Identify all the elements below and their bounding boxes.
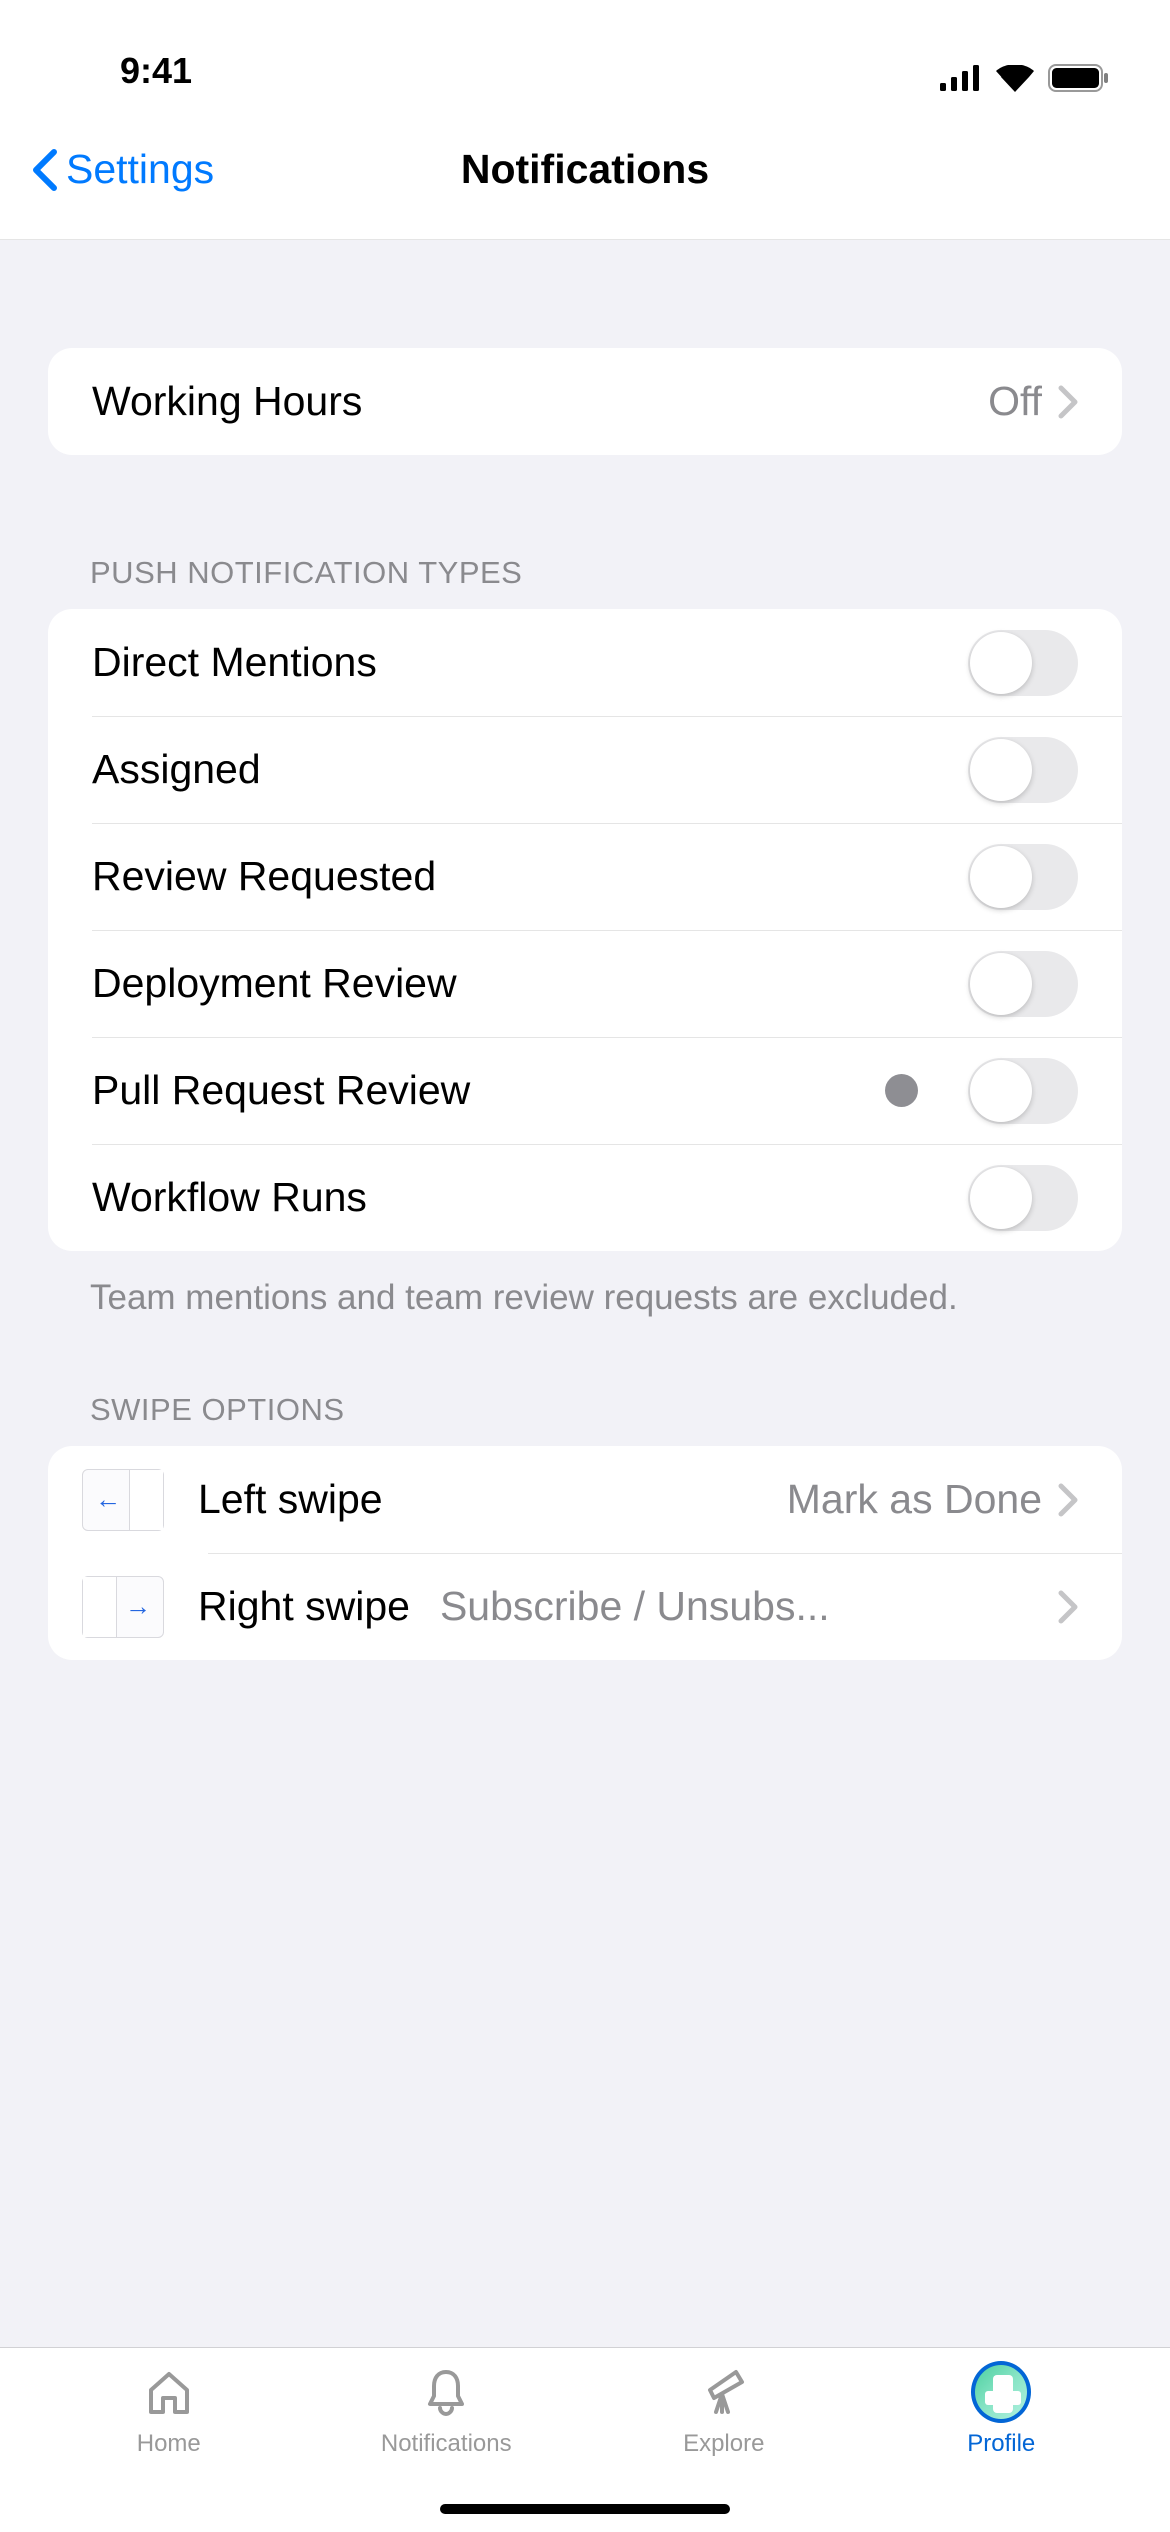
working-hours-row[interactable]: Working Hours Off (48, 348, 1122, 455)
left-swipe-label: Left swipe (198, 1476, 383, 1523)
workflow-runs-row: Workflow Runs (48, 1144, 1122, 1251)
telescope-icon (694, 2362, 754, 2422)
left-swipe-value: Mark as Done (787, 1476, 1042, 1523)
review-requested-toggle[interactable] (968, 844, 1078, 910)
right-swipe-icon: → (82, 1576, 164, 1638)
page-title: Notifications (461, 146, 709, 193)
wifi-icon (996, 65, 1034, 92)
deployment-review-row: Deployment Review (48, 930, 1122, 1037)
arrow-right-icon: → (125, 1591, 151, 1622)
status-time: 9:41 (120, 50, 192, 92)
right-swipe-row[interactable]: → Right swipe Subscribe / Unsubs... (48, 1553, 1122, 1660)
tab-notifications-label: Notifications (381, 2430, 512, 2458)
chevron-left-icon (30, 148, 58, 192)
direct-mentions-row: Direct Mentions (48, 609, 1122, 716)
loading-indicator-icon (885, 1074, 918, 1107)
tab-explore-label: Explore (683, 2430, 764, 2458)
push-section-header: PUSH NOTIFICATION TYPES (0, 555, 1170, 609)
tab-home[interactable]: Home (30, 2362, 308, 2532)
cellular-signal-icon (940, 65, 982, 91)
status-icons (940, 64, 1110, 92)
right-swipe-label: Right swipe (198, 1583, 410, 1630)
swipe-options-list: ← Left swipe Mark as Done → Right swipe … (48, 1446, 1122, 1660)
tab-profile-label: Profile (967, 2430, 1035, 2458)
chevron-right-icon (1058, 1590, 1078, 1624)
avatar-icon (971, 2362, 1031, 2422)
right-swipe-value: Subscribe / Unsubs... (440, 1583, 1042, 1630)
working-hours-list: Working Hours Off (48, 348, 1122, 455)
pull-request-review-toggle[interactable] (968, 1058, 1078, 1124)
deployment-review-toggle[interactable] (968, 951, 1078, 1017)
content-scroll[interactable]: Working Hours Off PUSH NOTIFICATION TYPE… (0, 240, 1170, 1660)
home-icon (139, 2362, 199, 2422)
workflow-runs-toggle[interactable] (968, 1165, 1078, 1231)
direct-mentions-toggle[interactable] (968, 630, 1078, 696)
push-section-footer: Team mentions and team review requests a… (0, 1251, 1170, 1322)
working-hours-value: Off (988, 378, 1042, 425)
navigation-bar: Settings Notifications (0, 100, 1170, 240)
working-hours-label: Working Hours (92, 378, 988, 425)
chevron-right-icon (1058, 385, 1078, 419)
review-requested-row: Review Requested (48, 823, 1122, 930)
tab-profile[interactable]: Profile (863, 2362, 1141, 2532)
pull-request-review-row: Pull Request Review (48, 1037, 1122, 1144)
push-types-list: Direct Mentions Assigned Review Requeste… (48, 609, 1122, 1251)
pull-request-review-label: Pull Request Review (92, 1067, 885, 1114)
back-label: Settings (66, 146, 214, 193)
assigned-row: Assigned (48, 716, 1122, 823)
left-swipe-icon: ← (82, 1469, 164, 1531)
back-button[interactable]: Settings (30, 146, 214, 193)
battery-icon (1048, 64, 1110, 92)
status-bar: 9:41 (0, 0, 1170, 100)
assigned-toggle[interactable] (968, 737, 1078, 803)
tab-home-label: Home (137, 2430, 201, 2458)
workflow-runs-label: Workflow Runs (92, 1174, 968, 1221)
direct-mentions-label: Direct Mentions (92, 639, 968, 686)
assigned-label: Assigned (92, 746, 968, 793)
arrow-left-icon: ← (95, 1484, 121, 1515)
chevron-right-icon (1058, 1483, 1078, 1517)
swipe-section-header: SWIPE OPTIONS (0, 1392, 1170, 1446)
home-indicator[interactable] (440, 2504, 730, 2514)
review-requested-label: Review Requested (92, 853, 968, 900)
bell-icon (416, 2362, 476, 2422)
left-swipe-row[interactable]: ← Left swipe Mark as Done (48, 1446, 1122, 1553)
deployment-review-label: Deployment Review (92, 960, 968, 1007)
